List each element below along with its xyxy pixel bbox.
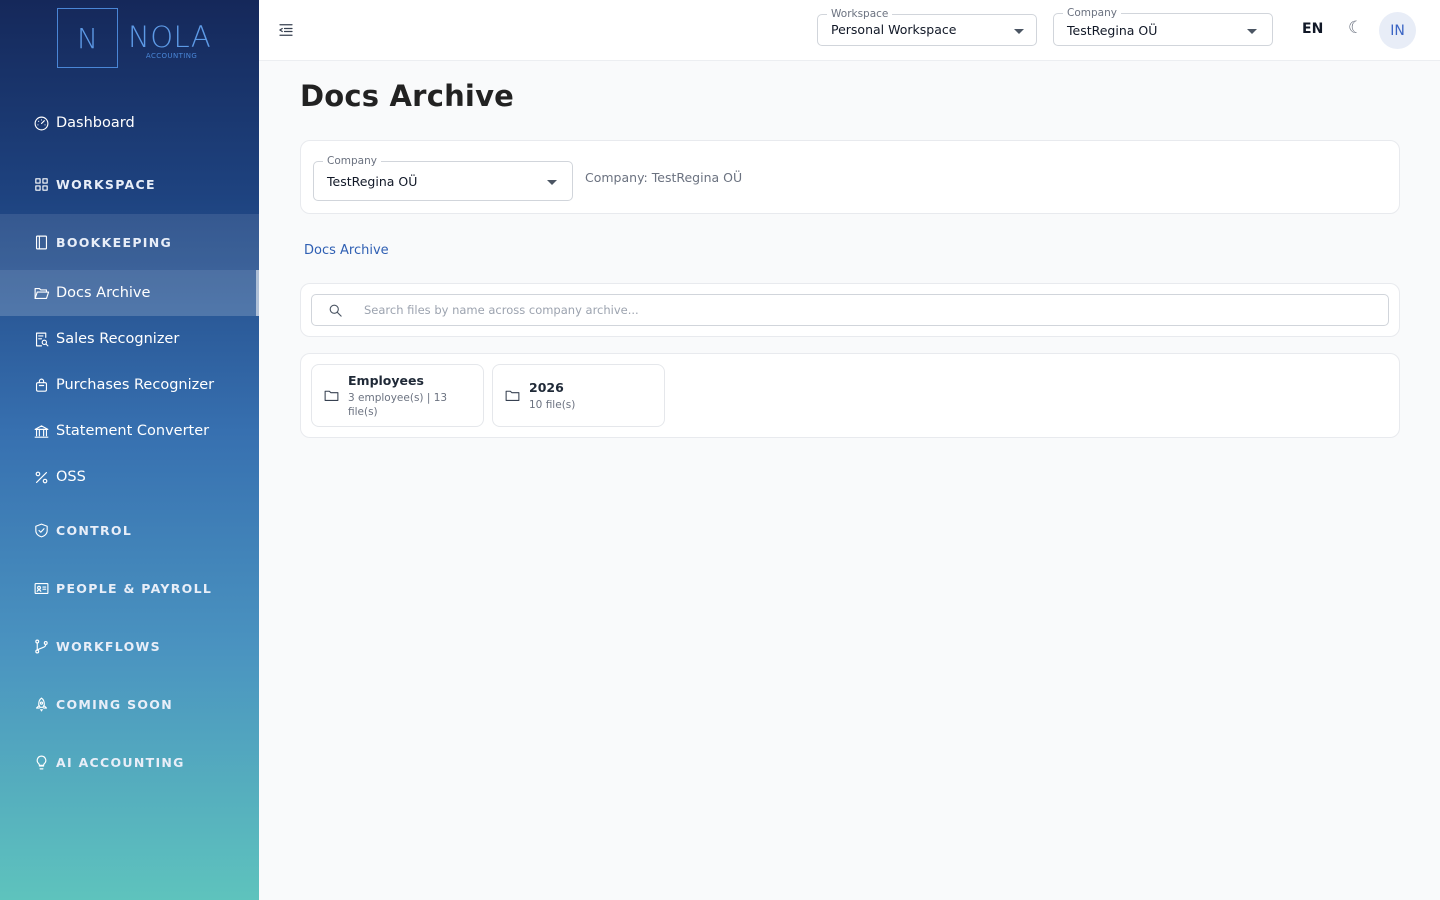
- folder-name: Employees: [348, 373, 424, 388]
- company-filter-value: TestRegina OÜ: [327, 174, 418, 189]
- language-switcher[interactable]: EN: [1302, 21, 1323, 37]
- sidebar-item-label: Sales Recognizer: [56, 331, 180, 347]
- sidebar-item-label: COMING SOON: [56, 696, 173, 712]
- breadcrumb[interactable]: Docs Archive: [304, 243, 389, 258]
- bag-icon: [33, 377, 50, 394]
- sidebar: N NOLA ACCOUNTING Dashboard WORKSPACE BO…: [0, 0, 259, 900]
- chevron-down-icon: [1247, 29, 1257, 34]
- menu-collapse-icon: [278, 24, 293, 36]
- id-card-icon: [33, 580, 50, 597]
- page-title: Docs Archive: [300, 79, 515, 113]
- company-filter-card: Company TestRegina OÜ Company: TestRegin…: [300, 140, 1400, 214]
- receipt-search-icon: [33, 331, 50, 348]
- sidebar-item-sales-recognizer[interactable]: Sales Recognizer: [0, 316, 259, 362]
- folder-meta: 3 employee(s) | 13 file(s): [348, 392, 448, 418]
- sidebar-item-label: CONTROL: [56, 522, 133, 538]
- moon-icon[interactable]: ☾: [1348, 18, 1363, 38]
- logo-tagline: ACCOUNTING: [145, 52, 198, 60]
- folders-card: Employees 3 employee(s) | 13 file(s) 202…: [300, 353, 1400, 438]
- sidebar-item-label: OSS: [56, 469, 86, 485]
- sidebar-item-label: Purchases Recognizer: [56, 377, 215, 393]
- sidebar-item-label: AI ACCOUNTING: [56, 754, 185, 770]
- percent-icon: [33, 469, 50, 486]
- company-filter-label: Company: [323, 155, 381, 167]
- company-info-text: Company: TestRegina OÜ: [585, 170, 743, 185]
- grid-icon: [33, 176, 50, 193]
- avatar[interactable]: IN: [1379, 12, 1416, 49]
- shield-check-icon: [33, 522, 50, 539]
- folder-icon: [505, 390, 520, 401]
- sidebar-section-coming-soon[interactable]: COMING SOON: [0, 680, 259, 728]
- sidebar-section-ai-accounting[interactable]: AI ACCOUNTING: [0, 738, 259, 786]
- sidebar-section-control[interactable]: CONTROL: [0, 506, 259, 554]
- folder-icon: [324, 390, 339, 401]
- search-icon: [329, 304, 342, 317]
- search-field[interactable]: [311, 294, 1389, 326]
- logo-name: NOLA: [128, 20, 212, 54]
- sidebar-item-label: WORKSPACE: [56, 176, 156, 192]
- search-card: [300, 283, 1400, 337]
- logo[interactable]: N NOLA ACCOUNTING: [57, 8, 211, 68]
- folder-open-icon: [33, 285, 50, 302]
- company-select-label: Company: [1063, 7, 1121, 19]
- company-select-value: TestRegina OÜ: [1067, 23, 1158, 38]
- sidebar-section-workspace[interactable]: WORKSPACE: [0, 160, 259, 208]
- workspace-select[interactable]: Workspace Personal Workspace: [817, 8, 1037, 46]
- sidebar-item-label: WORKFLOWS: [56, 638, 161, 654]
- chevron-down-icon: [1014, 29, 1024, 34]
- bank-icon: [33, 423, 50, 440]
- search-input[interactable]: [364, 300, 1364, 320]
- sidebar-section-workflows[interactable]: WORKFLOWS: [0, 622, 259, 670]
- top-bar: Workspace Personal Workspace Company Tes…: [259, 0, 1440, 61]
- sidebar-section-people-payroll[interactable]: PEOPLE & PAYROLL: [0, 564, 259, 612]
- sidebar-item-label: Statement Converter: [56, 423, 210, 439]
- company-filter-select[interactable]: Company TestRegina OÜ: [313, 155, 573, 201]
- sidebar-item-oss[interactable]: OSS: [0, 454, 259, 500]
- menu-toggle-button[interactable]: [277, 21, 295, 39]
- folder-card-employees[interactable]: Employees 3 employee(s) | 13 file(s): [311, 364, 484, 427]
- sidebar-item-statement-converter[interactable]: Statement Converter: [0, 408, 259, 454]
- folder-name: 2026: [529, 380, 564, 395]
- sidebar-section-bookkeeping[interactable]: BOOKKEEPING: [0, 214, 259, 270]
- sidebar-item-dashboard[interactable]: Dashboard: [0, 100, 259, 146]
- folder-card-2026[interactable]: 2026 10 file(s): [492, 364, 665, 427]
- workspace-select-label: Workspace: [827, 8, 893, 20]
- sidebar-item-label: Docs Archive: [56, 285, 151, 301]
- lightbulb-icon: [33, 754, 50, 771]
- workspace-select-value: Personal Workspace: [831, 22, 957, 37]
- rocket-icon: [33, 696, 50, 713]
- sidebar-item-label: PEOPLE & PAYROLL: [56, 580, 213, 596]
- company-select[interactable]: Company TestRegina OÜ: [1053, 7, 1273, 46]
- gauge-icon: [33, 115, 50, 132]
- sidebar-item-label: BOOKKEEPING: [56, 234, 173, 250]
- branch-icon: [33, 638, 50, 655]
- logo-mark: N: [57, 8, 118, 68]
- sidebar-item-label: Dashboard: [56, 115, 135, 131]
- folder-meta: 10 file(s): [529, 399, 576, 411]
- sidebar-item-purchases-recognizer[interactable]: Purchases Recognizer: [0, 362, 259, 408]
- sidebar-item-docs-archive[interactable]: Docs Archive: [0, 270, 259, 316]
- book-icon: [33, 234, 50, 251]
- chevron-down-icon: [547, 180, 557, 185]
